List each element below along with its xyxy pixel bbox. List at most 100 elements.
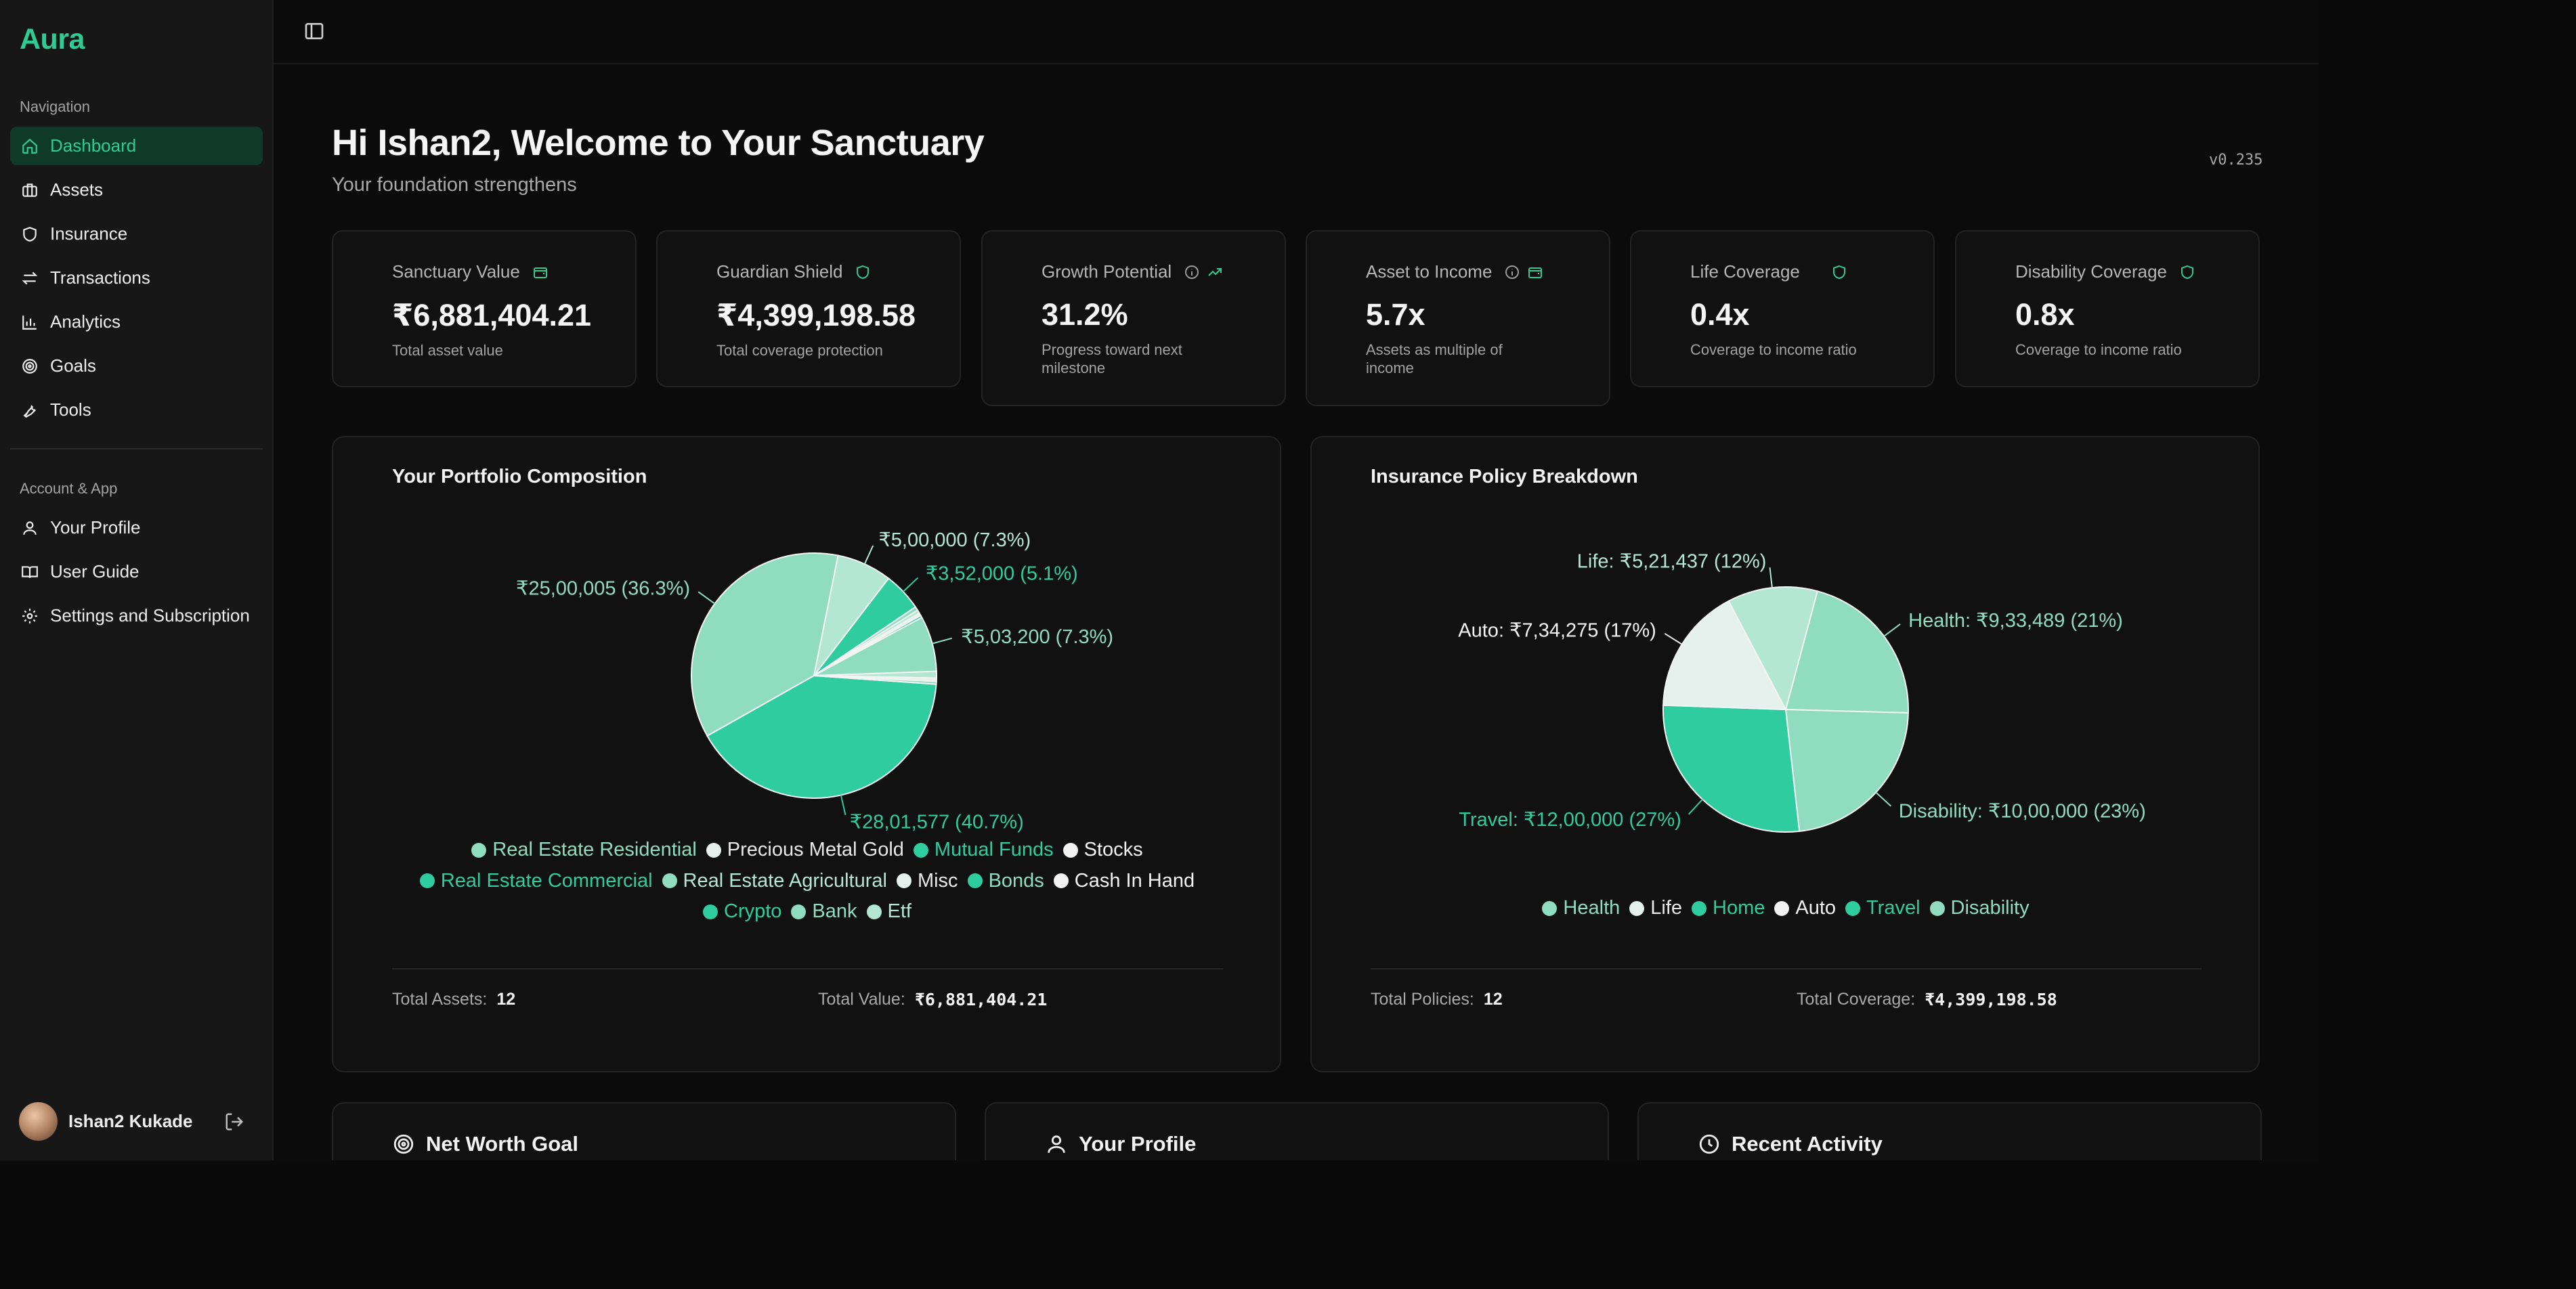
legend-label: Real Estate Commercial [440,869,653,892]
legend-item-crypto[interactable]: Crypto [703,897,781,926]
stat-value: ₹4,399,198.58 [716,298,916,332]
legend-item-real-estate-agricultural[interactable]: Real Estate Agricultural [662,867,887,896]
legend-item-home[interactable]: Home [1692,894,1765,923]
pie-data-label: Disability: ₹10,00,000 (23%) [1899,801,2146,823]
user-menu[interactable]: Ishan2 Kukade [19,1102,244,1141]
sidebar-item-insurance[interactable]: Insurance [10,215,263,253]
legend-label: Bonds [988,869,1044,892]
legend-item-precious-metal-gold[interactable]: Precious Metal Gold [706,835,904,865]
legend-item-real-estate-commercial[interactable]: Real Estate Commercial [419,867,653,896]
legend-item-mutual-funds[interactable]: Mutual Funds [913,835,1054,865]
stat-label: Sanctuary Value [392,261,520,282]
legend-swatch [706,842,721,858]
total-value-amount: ₹6,881,404.21 [914,990,1048,1009]
legend-item-real-estate-residential[interactable]: Real Estate Residential [471,835,697,865]
shield-icon [2181,265,2193,279]
stat-label: Asset to Income [1366,261,1493,282]
info-icon[interactable] [1504,264,1520,280]
total-value-label: Total Value: [818,990,905,1009]
sidebar-toggle-icon[interactable] [303,20,325,42]
total-value: Total Value: ₹6,881,404.21 [818,990,1047,1009]
shield-icon [857,265,870,279]
sidebar-divider [10,448,263,450]
arrows-icon [20,269,39,288]
legend-item-stocks[interactable]: Stocks [1062,835,1143,865]
card-title: Net Worth Goal [426,1132,579,1156]
sidebar-item-analytics[interactable]: Analytics [10,303,263,341]
stat-value: ₹6,881,404.21 [392,298,592,332]
pie-data-label: Health: ₹9,33,489 (21%) [1908,610,2123,632]
legend-item-disability[interactable]: Disability [1929,894,2030,923]
legend-item-health[interactable]: Health [1542,894,1620,923]
pie-slice-disability[interactable] [1784,708,1909,832]
total-assets-label: Total Assets: [392,990,488,1009]
home-icon [20,137,39,156]
legend-item-bank[interactable]: Bank [791,897,857,926]
your-profile-card[interactable]: Your Profile [985,1102,1609,1160]
legend-swatch [791,904,807,919]
net-worth-goal-card[interactable]: Net Worth Goal [332,1102,956,1160]
legend-item-life[interactable]: Life [1629,894,1682,923]
pie-leader-line [863,545,874,565]
clock-icon [1699,1134,1719,1154]
stat-description: Total coverage protection [716,342,883,359]
legend-item-cash-in-hand[interactable]: Cash In Hand [1053,867,1195,896]
legend-swatch [1929,900,1945,916]
stat-description: Coverage to income ratio [1690,341,1857,358]
sidebar-item-tools[interactable]: Tools [10,391,263,429]
sidebar-item-profile[interactable]: Your Profile [10,508,263,547]
sidebar-item-label: Dashboard [50,135,137,156]
version-label: v0.235 [2209,152,2263,169]
card-title: Recent Activity [1732,1132,1883,1156]
portfolio-composition-card: Your Portfolio Composition ₹28,01,577 (4… [332,436,1281,1072]
sidebar-item-goals[interactable]: Goals [10,347,263,385]
legend-item-misc[interactable]: Misc [896,867,958,896]
logout-icon[interactable] [224,1112,244,1132]
user-icon [1048,1135,1065,1153]
stat-value: 0.4x [1690,297,1750,332]
sidebar-item-dashboard[interactable]: Dashboard [10,127,263,165]
legend-swatch [662,873,677,888]
legend-swatch [913,842,928,858]
total-coverage: Total Coverage: ₹4,399,198.58 [1797,990,2057,1009]
recent-activity-card[interactable]: Recent Activity [1637,1102,2262,1160]
user-name: Ishan2 Kukade [68,1111,193,1131]
total-assets-value: 12 [496,990,516,1009]
legend-label: Cash In Hand [1074,869,1195,892]
legend-item-bonds[interactable]: Bonds [967,867,1044,896]
user-icon [20,519,39,538]
sidebar-item-user-guide[interactable]: User Guide [10,552,263,591]
total-policies-value: 12 [1483,990,1503,1009]
sidebar-item-transactions[interactable]: Transactions [10,259,263,297]
stat-card-disability-coverage: Disability Coverage 0.8x Coverage to inc… [1955,230,2260,387]
sidebar-item-assets[interactable]: Assets [10,171,263,209]
brand-logo[interactable]: Aura [20,23,85,56]
pie-leader-line [697,591,716,605]
sidebar-item-settings[interactable]: Settings and Subscription [10,596,263,635]
pie-slice-travel[interactable] [1662,704,1801,833]
sidebar: Aura Navigation Dashboard Assets Insuran… [0,0,274,1160]
book-icon [20,563,39,582]
briefcase-icon [20,181,39,200]
pie-leader-line [1875,791,1892,807]
avatar[interactable] [19,1102,58,1141]
legend-swatch [1774,900,1790,916]
pie-leader-line [1883,624,1901,637]
wallet-icon [1528,267,1543,278]
total-policies-label: Total Policies: [1371,990,1474,1009]
stat-description: Assets as multiple of income [1366,341,1503,376]
legend-label: Real Estate Residential [492,839,697,860]
legend-swatch [967,873,983,888]
legend-item-travel[interactable]: Travel [1845,894,1920,923]
legend-item-etf[interactable]: Etf [866,897,911,926]
legend-item-auto[interactable]: Auto [1774,894,1836,923]
sidebar-item-label: Insurance [50,223,128,244]
legend-swatch [703,904,718,919]
sidebar-item-label: Goals [50,355,96,376]
card-divider [1371,968,2202,969]
top-bar [274,0,2319,64]
info-icon[interactable] [1184,264,1200,280]
legend-swatch [1542,900,1558,916]
pie-leader-line [1688,799,1703,815]
sidebar-item-label: Assets [50,179,104,200]
